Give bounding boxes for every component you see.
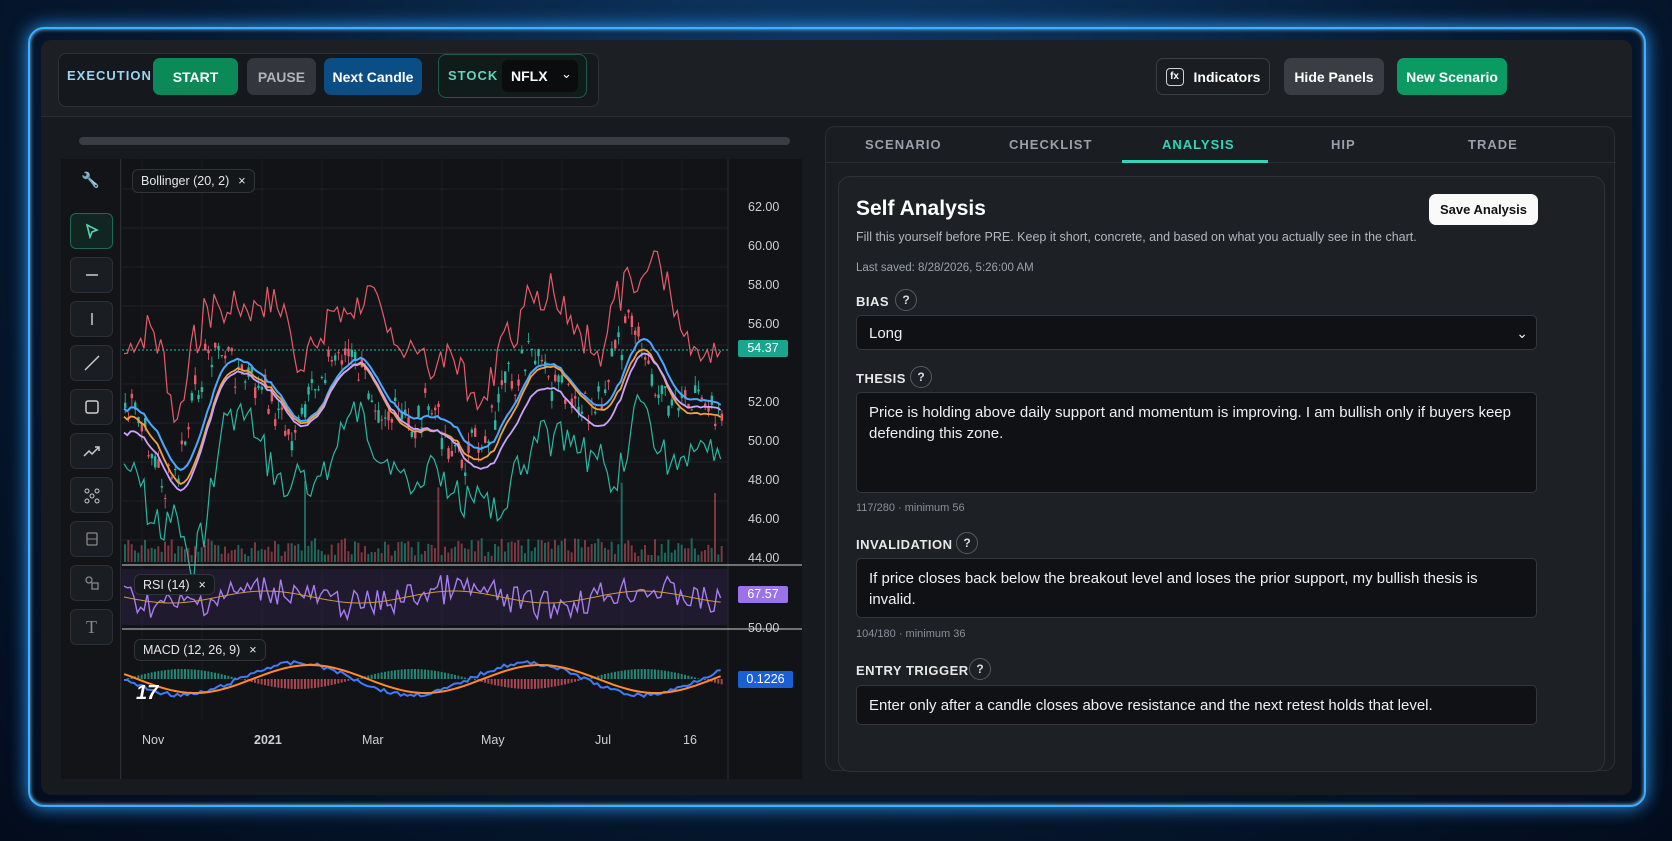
rsi-value-badge: 67.57: [738, 586, 788, 603]
time-label: Jul: [595, 733, 611, 747]
fx-icon: fx: [1165, 67, 1184, 86]
bias-label: BIAS: [856, 294, 890, 309]
self-analysis-card: Self Analysis Save Analysis Fill this yo…: [838, 176, 1605, 772]
trend-line-icon: [83, 355, 100, 371]
chevron-down-icon: ⌄: [1516, 325, 1528, 341]
cursor-tool[interactable]: [70, 213, 113, 249]
subtitle: Fill this yourself before PRE. Keep it s…: [856, 230, 1417, 244]
time-label: 2021: [254, 733, 282, 747]
horizontal-line-tool[interactable]: [70, 257, 113, 293]
indicators-button[interactable]: fx Indicators: [1156, 58, 1270, 95]
execution-label: EXECUTION: [67, 68, 152, 83]
panel-tabs: SCENARIO CHECKLIST ANALYSIS HIP TRADE: [826, 127, 1616, 163]
wrench-icon[interactable]: 🔧: [81, 171, 100, 189]
page-title: Self Analysis: [856, 197, 986, 220]
macd-label: MACD (12, 26, 9): [143, 643, 241, 657]
trend-line-tool[interactable]: [70, 345, 113, 381]
tradingview-logo: 17: [136, 682, 159, 704]
bollinger-chip[interactable]: Bollinger (20, 2) ×: [132, 169, 255, 193]
trend-arrow-tool[interactable]: [70, 433, 113, 469]
price-tick: 52.00: [748, 395, 780, 409]
chart-canvas: [122, 159, 802, 779]
range-tool[interactable]: [70, 521, 113, 557]
new-scenario-button[interactable]: New Scenario: [1397, 58, 1507, 95]
pause-button[interactable]: PAUSE: [247, 58, 316, 95]
start-button[interactable]: START: [153, 58, 238, 95]
price-tick: 62.00: [748, 200, 780, 214]
nodes-icon: [84, 488, 99, 504]
thesis-char-count: 117/280 · minimum 56: [856, 502, 965, 514]
macd-value-badge: 0.1226: [738, 671, 793, 688]
chevron-down-icon: ⌄: [561, 66, 572, 81]
price-tick: 50.00: [748, 434, 780, 448]
tab-checklist[interactable]: CHECKLIST: [1009, 137, 1092, 152]
time-label: Nov: [142, 733, 165, 747]
stock-label: STOCK: [448, 68, 499, 83]
app-window: EXECUTION START PAUSE Next Candle STOCK …: [41, 40, 1632, 795]
top-toolbar: EXECUTION START PAUSE Next Candle STOCK …: [41, 40, 1632, 117]
help-icon[interactable]: ?: [956, 532, 978, 554]
bias-select[interactable]: Long ⌄: [856, 315, 1537, 350]
last-saved: Last saved: 8/28/2026, 5:26:00 AM: [856, 262, 1034, 274]
thesis-textarea[interactable]: Price is holding above daily support and…: [856, 392, 1537, 493]
entry-trigger-textarea[interactable]: Enter only after a candle closes above r…: [856, 685, 1537, 725]
save-analysis-button[interactable]: Save Analysis: [1429, 194, 1538, 225]
vertical-line-icon: [90, 313, 93, 325]
help-icon[interactable]: ?: [910, 366, 932, 388]
price-tick: 48.00: [748, 473, 780, 487]
side-panel: SCENARIO CHECKLIST ANALYSIS HIP TRADE Se…: [825, 126, 1616, 772]
invalidation-label: INVALIDATION: [856, 537, 953, 552]
drawing-toolbar: 🔧 T: [61, 159, 121, 779]
horizontal-line-icon: [85, 274, 98, 276]
invalidation-char-count: 104/180 · minimum 36: [856, 628, 966, 640]
close-icon[interactable]: ×: [238, 174, 245, 188]
stock-select[interactable]: NFLX ⌄: [502, 60, 578, 92]
time-label: Mar: [362, 733, 384, 747]
pattern-tool[interactable]: [70, 477, 113, 513]
tab-analysis[interactable]: ANALYSIS: [1162, 137, 1235, 152]
tab-trade[interactable]: TRADE: [1468, 137, 1518, 152]
shapes-icon: [84, 576, 99, 590]
tab-scenario[interactable]: SCENARIO: [865, 137, 942, 152]
rectangle-icon: [84, 400, 99, 414]
help-icon[interactable]: ?: [969, 658, 991, 680]
trend-arrow-icon: [82, 446, 100, 457]
range-icon: [85, 532, 98, 546]
price-tick: 58.00: [748, 278, 780, 292]
text-icon: T: [86, 616, 97, 637]
time-label: 16: [683, 733, 697, 747]
close-icon[interactable]: ×: [249, 643, 256, 657]
close-icon[interactable]: ×: [199, 578, 206, 592]
price-tick: 44.00: [748, 551, 780, 565]
entry-trigger-label: ENTRY TRIGGER: [856, 663, 969, 678]
stock-value: NFLX: [511, 68, 548, 84]
price-tick: 46.00: [748, 512, 780, 526]
active-tab-indicator: [1122, 160, 1268, 163]
shapes-tool[interactable]: [70, 565, 113, 601]
tab-hip[interactable]: HIP: [1331, 137, 1356, 152]
bias-value: Long: [869, 325, 903, 342]
invalidation-textarea[interactable]: If price closes back below the breakout …: [856, 558, 1537, 618]
rsi-label: RSI (14): [143, 577, 190, 592]
thesis-label: THESIS: [856, 371, 906, 386]
price-tick: 60.00: [748, 239, 780, 253]
price-chart[interactable]: Bollinger (20, 2) × RSI (14) × MACD (12, 2…: [122, 159, 802, 779]
hide-panels-button[interactable]: Hide Panels: [1284, 58, 1384, 95]
rsi-level-label: 50.00: [748, 621, 780, 635]
rectangle-tool[interactable]: [70, 389, 113, 425]
next-candle-button[interactable]: Next Candle: [324, 58, 422, 95]
chart-scrollbar[interactable]: [79, 137, 790, 145]
macd-chip[interactable]: MACD (12, 26, 9) ×: [134, 639, 266, 661]
indicators-label: Indicators: [1193, 68, 1261, 85]
bollinger-label: Bollinger (20, 2): [141, 174, 230, 188]
last-price-badge: 54.37: [738, 340, 788, 357]
text-tool[interactable]: T: [70, 609, 113, 645]
time-label: May: [481, 733, 505, 747]
help-icon[interactable]: ?: [895, 289, 917, 311]
price-tick: 56.00: [748, 317, 780, 331]
rsi-chip[interactable]: RSI (14) ×: [134, 574, 215, 595]
cursor-icon: [85, 223, 99, 239]
vertical-line-tool[interactable]: [70, 301, 113, 337]
